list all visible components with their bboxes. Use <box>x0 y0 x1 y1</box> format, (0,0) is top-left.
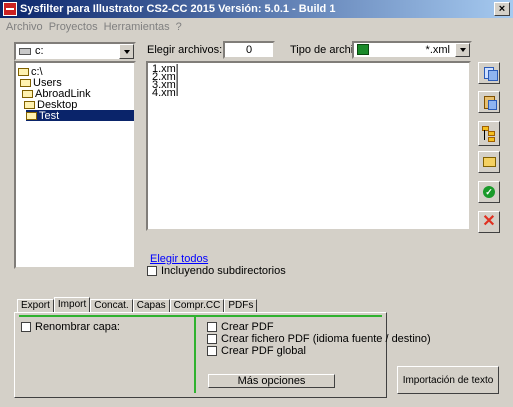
file-type-select[interactable]: *.xml <box>352 41 472 59</box>
list-item[interactable]: 2.xml <box>152 72 465 83</box>
delete-button[interactable]: ✕ <box>478 211 500 233</box>
list-item[interactable]: 4.xml <box>152 88 465 99</box>
tree-item-users[interactable]: Users <box>20 77 62 89</box>
ok-icon: ✓ <box>483 186 495 198</box>
select-all-link[interactable]: Elegir todos <box>150 253 208 265</box>
tab-capas[interactable]: Capas <box>132 299 170 313</box>
folder-open-icon <box>22 89 33 98</box>
drive-value: c: <box>35 45 44 57</box>
chevron-down-icon[interactable] <box>455 43 470 57</box>
create-pdf-option[interactable]: Crear PDF <box>207 321 274 333</box>
menu-herramientas[interactable]: Herramientas <box>101 21 173 33</box>
tab-panel: Renombrar capa: Crear PDF Crear fichero … <box>14 312 431 398</box>
file-type-icon <box>357 44 369 55</box>
tree-icon <box>482 125 496 142</box>
create-pdf-file-label: Crear fichero PDF (idioma fuente / desti… <box>221 333 431 345</box>
rename-layer-option[interactable]: Renombrar capa: <box>21 321 120 333</box>
tab-compr-cc[interactable]: Compr.CC <box>169 299 225 313</box>
tree-item-desktop[interactable]: Desktop <box>24 99 77 111</box>
chevron-down-icon[interactable] <box>119 44 134 59</box>
folder-open-icon <box>20 78 31 87</box>
delete-icon: ✕ <box>482 213 496 230</box>
create-global-pdf-label: Crear PDF global <box>221 345 306 357</box>
more-options-button[interactable]: Más opciones <box>208 374 335 388</box>
tab-export[interactable]: Export <box>17 299 54 313</box>
divider-vertical <box>194 317 196 393</box>
main-window: Sysfilter para Illustrator CS2-CC 2015 V… <box>0 0 513 407</box>
tab-bar: Export Import Concat. Capas Compr.CC PDF… <box>17 297 258 313</box>
create-global-pdf-checkbox[interactable] <box>207 346 217 356</box>
create-global-pdf-option[interactable]: Crear PDF global <box>207 345 306 357</box>
folder-open-icon <box>18 67 29 76</box>
app-icon <box>3 2 17 16</box>
include-subdirs-checkbox[interactable] <box>147 266 157 277</box>
copy-button[interactable] <box>478 62 500 84</box>
tab-import[interactable]: Import <box>53 297 91 313</box>
paste-icon <box>483 95 497 110</box>
window-title: Sysfilter para Illustrator CS2-CC 2015 V… <box>20 3 336 15</box>
file-type-value: *.xml <box>425 44 450 56</box>
divider-horizontal <box>19 315 382 317</box>
rename-layer-label: Renombrar capa: <box>35 321 120 333</box>
elegir-label: Elegir archivos: <box>147 44 223 56</box>
file-list[interactable]: 1.xml 2.xml 3.xml 4.xml <box>146 61 471 231</box>
paste-button[interactable] <box>478 91 500 113</box>
ok-button[interactable]: ✓ <box>478 181 500 203</box>
tree-item-abroadlink[interactable]: AbroadLink <box>22 88 91 100</box>
rename-layer-checkbox[interactable] <box>21 322 31 332</box>
create-pdf-file-option[interactable]: Crear fichero PDF (idioma fuente / desti… <box>207 333 431 345</box>
folder-open-icon <box>26 111 37 120</box>
tree-button[interactable] <box>478 121 500 146</box>
close-button[interactable]: × <box>494 2 510 16</box>
drive-icon <box>19 48 31 55</box>
list-item[interactable]: 1.xml <box>152 64 465 75</box>
create-pdf-checkbox[interactable] <box>207 322 217 332</box>
tab-concat[interactable]: Concat. <box>90 299 133 313</box>
include-subdirs-option[interactable]: Incluyendo subdirectorios <box>147 265 286 277</box>
list-item[interactable]: 3.xml <box>152 80 465 91</box>
tree-item-test[interactable]: Test <box>26 109 134 122</box>
create-pdf-label: Crear PDF <box>221 321 274 333</box>
copy-icon <box>484 67 498 81</box>
menu-archivo[interactable]: Archivo <box>0 21 46 33</box>
open-folder-icon <box>482 157 496 167</box>
title-bar: Sysfilter para Illustrator CS2-CC 2015 V… <box>0 0 513 18</box>
folder-tree[interactable]: c:\ Users AbroadLink Desktop Test <box>14 61 136 269</box>
folder-open-icon <box>24 100 35 109</box>
tree-item-label: Test <box>39 109 60 122</box>
tree-item-root[interactable]: c:\ <box>18 66 43 78</box>
tab-pdfs[interactable]: PDFs <box>224 299 258 313</box>
open-folder-button[interactable] <box>478 151 500 173</box>
file-count-field[interactable]: 0 <box>223 41 275 59</box>
menu-help[interactable]: ? <box>173 21 185 33</box>
drive-select[interactable]: c: <box>14 42 136 61</box>
include-subdirs-label: Incluyendo subdirectorios <box>161 265 286 277</box>
create-pdf-file-checkbox[interactable] <box>207 334 217 344</box>
menu-proyectos[interactable]: Proyectos <box>46 21 101 33</box>
import-text-button[interactable]: Importación de texto <box>397 366 499 394</box>
menu-bar: Archivo Proyectos Herramientas ? <box>0 18 513 35</box>
